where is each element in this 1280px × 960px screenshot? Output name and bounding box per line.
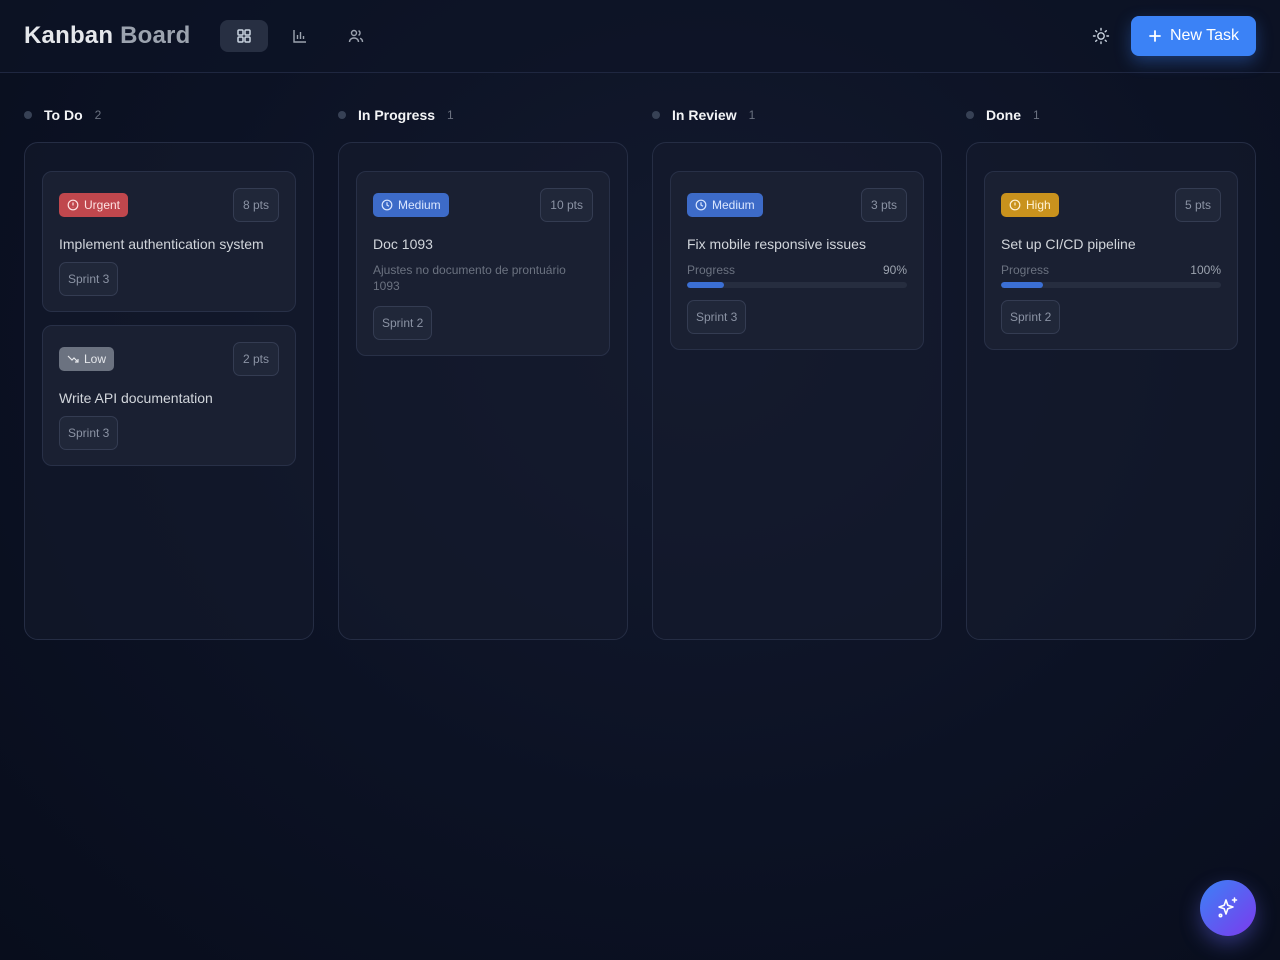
progress-bar [687,282,907,288]
column-dropzone[interactable]: High 5 pts Set up CI/CD pipeline Progres… [966,142,1256,640]
column-dot [24,111,32,119]
column-header: To Do 2 [24,106,101,124]
priority-badge: Medium [687,193,763,217]
column-dropzone[interactable]: Urgent 8 pts Implement authentication sy… [24,142,314,640]
view-switcher [220,20,380,52]
theme-toggle-button[interactable] [1085,20,1117,52]
sprint-tag: Sprint 2 [373,306,433,340]
column-header: In Review 1 [652,106,755,124]
column-dot [338,111,346,119]
ai-assistant-button[interactable] [1200,880,1256,936]
story-points: 8 pts [232,188,279,222]
clock-icon [695,199,707,211]
priority-label: Low [84,352,107,366]
analytics-view-button[interactable] [276,20,324,52]
priority-badge: Urgent [59,193,129,217]
card-description: Ajustes no documento de prontuário 1093 [373,263,566,293]
task-card[interactable]: Medium 3 pts Fix mobile responsive issue… [670,171,924,350]
column-dot [966,111,974,119]
progress-percent: 100% [1190,263,1221,277]
column-count: 1 [748,108,756,122]
progress-fill [687,282,725,288]
sprint-tag: Sprint 3 [59,416,119,450]
story-points: 10 pts [540,188,593,222]
progress-bar [1001,282,1221,288]
board-view-button[interactable] [220,20,268,52]
card-title: Implement authentication system [59,236,264,252]
task-card[interactable]: High 5 pts Set up CI/CD pipeline Progres… [984,171,1238,350]
sun-icon [1092,27,1110,45]
column-dropzone[interactable]: Medium 3 pts Fix mobile responsive issue… [652,142,942,640]
card-title: Set up CI/CD pipeline [1001,236,1136,252]
users-icon [348,29,364,43]
task-card[interactable]: Low 2 pts Write API documentation Sprint… [42,325,296,466]
progress-fill [1001,282,1043,288]
column-title: Done [986,107,1021,123]
progress-label: Progress [687,263,736,277]
brand-word-1: Kanban [24,22,114,49]
column-title: To Do [44,107,83,123]
sprint-tag: Sprint 3 [687,300,747,334]
column-count: 2 [94,108,102,122]
story-points: 2 pts [232,342,279,376]
sprint-tag: Sprint 3 [59,262,119,296]
alert-circle-icon [67,199,79,211]
progress-label: Progress [1001,263,1050,277]
sprint-tag: Sprint 2 [1001,300,1061,334]
plus-icon [1149,30,1161,42]
priority-label: High [1026,198,1051,212]
task-card[interactable]: Urgent 8 pts Implement authentication sy… [42,171,296,312]
column-count: 1 [1033,108,1040,122]
team-view-button[interactable] [332,20,380,52]
card-title: Write API documentation [59,390,213,406]
priority-label: Medium [712,198,755,212]
priority-badge: High [1001,193,1059,217]
app-header: Kanban Board New Task [0,0,1280,73]
priority-badge: Medium [373,193,449,217]
page-title: Kanban Board [24,22,190,50]
card-title: Doc 1093 [373,236,433,252]
column-header: Done 1 [966,106,1040,124]
alert-circle-icon [1009,199,1021,211]
priority-label: Urgent [84,198,121,212]
clock-icon [381,199,393,211]
column-dot [652,111,660,119]
new-task-label: New Task [1169,27,1240,44]
progress-percent: 90% [882,263,907,277]
column-header: In Progress 1 [338,106,454,124]
sparkles-icon [1218,897,1238,918]
story-points: 3 pts [860,188,907,222]
new-task-button[interactable]: New Task [1131,16,1256,56]
column-title: In Review [672,107,737,123]
story-points: 5 pts [1174,188,1221,222]
grid-icon [237,29,251,43]
priority-label: Medium [398,198,441,212]
brand-word-2: Board [120,22,191,49]
card-title: Fix mobile responsive issues [687,236,866,252]
task-card[interactable]: Medium 10 pts Doc 1093 Ajustes no docume… [356,171,610,356]
column-dropzone[interactable]: Medium 10 pts Doc 1093 Ajustes no docume… [338,142,628,640]
column-title: In Progress [358,107,436,123]
column-count: 1 [447,108,454,122]
trending-down-icon [67,355,79,363]
priority-badge: Low [59,347,115,371]
bar-chart-icon [293,30,306,43]
